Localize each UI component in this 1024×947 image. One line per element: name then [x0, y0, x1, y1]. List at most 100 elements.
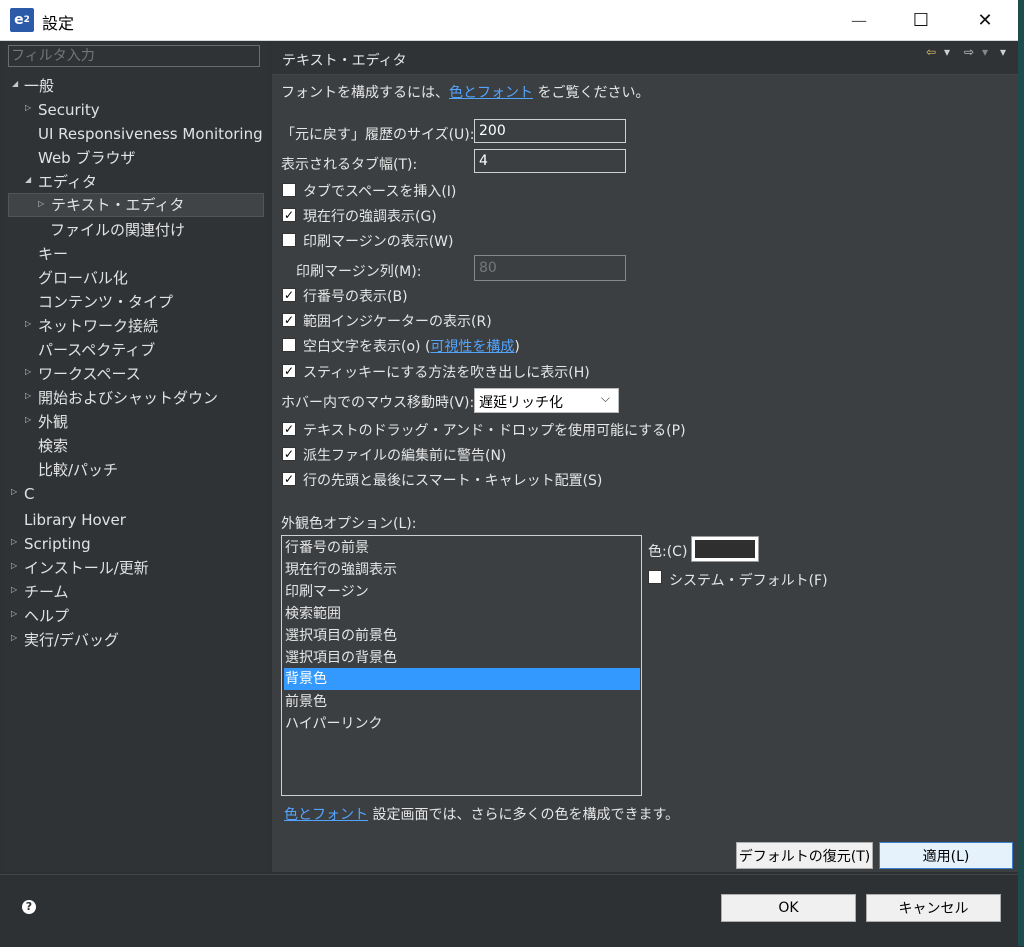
undo-history-input[interactable] [474, 119, 626, 143]
back-arrow-icon[interactable]: ⇦ [926, 45, 936, 59]
maximize-icon: ☐ [912, 9, 930, 31]
hover-label: ホバー内でのマウス移動時(V): [281, 395, 475, 411]
tree-item-general[interactable]: ◢ 一般 [10, 74, 260, 98]
close-button[interactable]: ✕ [956, 0, 1014, 40]
apply-button[interactable]: 適用(L) [879, 842, 1013, 869]
list-item-selected[interactable]: 背景色 [284, 668, 640, 690]
collapsed-icon: ▷ [38, 199, 45, 208]
tree-item-network[interactable]: ▷ ネットワーク接続 [24, 314, 260, 338]
tree-item-install-update[interactable]: ▷ インストール/更新 [10, 556, 260, 580]
derived-warn-checkbox[interactable]: ✓ [282, 447, 296, 461]
insert-spaces-label: タブでスペースを挿入(I) [303, 184, 457, 200]
tab-width-label: 表示されるタブ幅(T): [281, 157, 418, 173]
list-item[interactable]: 行番号の前景 [284, 537, 640, 559]
list-item[interactable]: 検索範囲 [284, 603, 640, 625]
tree-item-team[interactable]: ▷ チーム [10, 580, 260, 604]
list-item[interactable]: 選択項目の前景色 [284, 625, 640, 647]
visibility-config-link[interactable]: 可視性を構成 [430, 339, 514, 355]
smart-caret-label: 行の先頭と最後にスマート・キャレット配置(S) [303, 473, 603, 489]
filter-input[interactable] [8, 45, 260, 67]
tree-item-content-types[interactable]: コンテンツ・タイプ [24, 290, 260, 314]
margin-column-input[interactable] [474, 255, 626, 281]
range-indicator-checkbox[interactable]: ✓ [282, 313, 296, 327]
tree-item-compare-patch[interactable]: 比較/パッチ [24, 458, 260, 482]
list-item[interactable]: 現在行の強調表示 [284, 559, 640, 581]
hover-select[interactable]: 遅延リッチ化 ⌵ [474, 388, 619, 413]
collapsed-icon: ▷ [25, 367, 32, 376]
collapsed-icon: ▷ [25, 319, 32, 328]
margin-column-label: 印刷マージン列(M): [296, 264, 422, 280]
sticky-label: スティッキーにする方法を吹き出しに表示(H) [303, 365, 590, 381]
help-icon[interactable]: ? [22, 900, 36, 914]
system-default-checkbox[interactable] [648, 570, 662, 584]
font-intro: フォントを構成するには、色とフォント をご覧ください。 [281, 85, 650, 101]
tab-width-input[interactable] [474, 149, 626, 173]
tree-item-startup-shutdown[interactable]: ▷ 開始およびシャットダウン [24, 386, 260, 410]
maximize-button[interactable]: ☐ [892, 0, 950, 40]
minimize-button[interactable]: — [830, 0, 888, 40]
print-margin-label: 印刷マージンの表示(W) [303, 234, 454, 250]
bottom-note: 色とフォント 設定画面では、さらに多くの色を構成できます。 [284, 807, 680, 823]
list-item[interactable]: ハイパーリンク [284, 713, 640, 735]
tree-item-web-browser[interactable]: Web ブラウザ [24, 146, 260, 170]
tree-item-globalization[interactable]: グローバル化 [24, 266, 260, 290]
range-indicator-label: 範囲インジケーターの表示(R) [303, 314, 492, 330]
cancel-button[interactable]: キャンセル [866, 894, 1001, 922]
color-picker-button[interactable] [691, 536, 759, 562]
drag-drop-checkbox[interactable]: ✓ [282, 422, 296, 436]
tree-item-security[interactable]: ▷ Security [24, 98, 260, 122]
collapsed-icon: ▷ [25, 415, 32, 424]
minimize-icon: — [851, 10, 867, 30]
appearance-color-label: 外観色オプション(L): [281, 516, 417, 532]
page-title: テキスト・エディタ [282, 53, 407, 69]
forward-arrow-icon[interactable]: ⇨ [964, 45, 974, 59]
restore-defaults-button[interactable]: デフォルトの復元(T) [736, 842, 873, 869]
derived-warn-label: 派生ファイルの編集前に警告(N) [303, 448, 507, 464]
drag-drop-label: テキストのドラッグ・アンド・ドロップを使用可能にする(P) [303, 423, 686, 439]
tree-item-library-hover[interactable]: Library Hover [10, 508, 260, 532]
collapsed-icon: ▷ [11, 537, 18, 546]
view-menu-icon[interactable]: ▾ [1000, 45, 1006, 59]
collapsed-icon: ▷ [11, 585, 18, 594]
tree-item-editors[interactable]: ◢ エディタ [24, 170, 260, 194]
undo-history-label: 「元に戻す」履歴のサイズ(U): [281, 127, 475, 143]
tree-item-keys[interactable]: キー [24, 242, 260, 266]
forward-menu-icon[interactable]: ▾ [982, 45, 988, 59]
tree-item-workspace[interactable]: ▷ ワークスペース [24, 362, 260, 386]
appearance-color-list[interactable]: 行番号の前景 現在行の強調表示 印刷マージン 検索範囲 選択項目の前景色 選択項… [281, 535, 642, 796]
insert-spaces-checkbox[interactable] [282, 183, 296, 197]
window-edge [1018, 0, 1024, 946]
back-menu-icon[interactable]: ▾ [944, 45, 950, 59]
tree-item-scripting[interactable]: ▷ Scripting [10, 532, 260, 556]
highlight-line-checkbox[interactable]: ✓ [282, 208, 296, 222]
tree-item-appearance[interactable]: ▷ 外観 [24, 410, 260, 434]
chevron-down-icon: ⌵ [600, 391, 610, 405]
tree-item-file-associations[interactable]: ファイルの関連付け [38, 218, 260, 242]
list-item[interactable]: 印刷マージン [284, 581, 640, 603]
list-item[interactable]: 選択項目の背景色 [284, 647, 640, 669]
tree-item-help[interactable]: ▷ ヘルプ [10, 604, 260, 628]
whitespace-checkbox[interactable] [282, 338, 296, 352]
tree-item-perspectives[interactable]: パースペクティブ [24, 338, 260, 362]
collapsed-icon: ▷ [11, 633, 18, 642]
tree-item-search[interactable]: 検索 [24, 434, 260, 458]
collapsed-icon: ▷ [11, 487, 18, 496]
smart-caret-checkbox[interactable]: ✓ [282, 472, 296, 486]
color-swatch [695, 540, 755, 558]
expanded-icon: ◢ [25, 175, 32, 184]
colors-fonts-link-bottom[interactable]: 色とフォント [284, 807, 368, 823]
app-logo-icon: e2 [10, 8, 34, 32]
close-icon: ✕ [977, 9, 993, 31]
sticky-checkbox[interactable]: ✓ [282, 364, 296, 378]
colors-fonts-link[interactable]: 色とフォント [449, 85, 533, 101]
tree-item-text-editors[interactable]: ▷ テキスト・エディタ [8, 193, 264, 217]
collapsed-icon: ▷ [25, 391, 32, 400]
ok-button[interactable]: OK [721, 894, 856, 922]
collapsed-icon: ▷ [11, 561, 18, 570]
line-numbers-checkbox[interactable]: ✓ [282, 288, 296, 302]
print-margin-checkbox[interactable] [282, 233, 296, 247]
tree-item-ui-monitoring[interactable]: UI Responsiveness Monitoring [24, 122, 264, 146]
tree-item-c[interactable]: ▷ C [10, 482, 260, 506]
list-item[interactable]: 前景色 [284, 691, 640, 713]
tree-item-run-debug[interactable]: ▷ 実行/デバッグ [10, 628, 260, 652]
